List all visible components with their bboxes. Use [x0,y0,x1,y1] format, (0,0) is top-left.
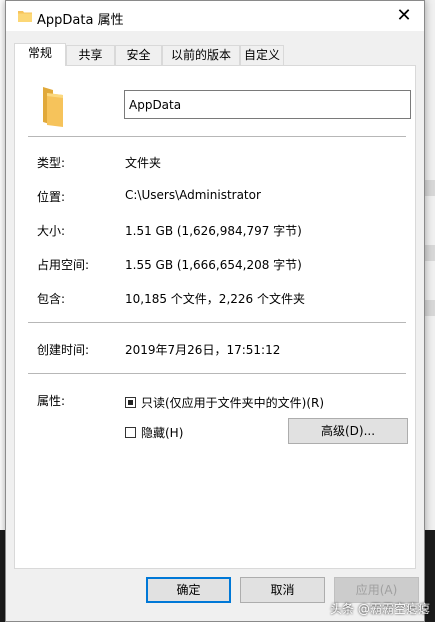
folder-icon [18,10,32,25]
ok-button-label: 确定 [176,583,201,597]
attributes-label: 属性: [37,394,66,408]
size-on-disk-label: 占用空间: [37,258,90,272]
tab-sharing[interactable]: 共享 [66,45,115,65]
tab-label: 自定义 [243,48,280,62]
tab-previous-versions[interactable]: 以前的版本 [162,45,240,65]
tab-label: 安全 [126,48,151,62]
readonly-checkbox[interactable] [125,397,136,408]
tab-label: 以前的版本 [170,48,231,62]
divider [28,322,406,323]
properties-dialog: AppData 属性 ✕ 常规 共享 安全 以前的版本 自定义 类型: 文件夹 … [5,0,425,622]
general-panel: 类型: 文件夹 位置: C:\Users\Administrator 大小: 1… [14,65,416,569]
tab-customize[interactable]: 自定义 [240,45,284,65]
type-label: 类型: [37,156,66,170]
type-value: 文件夹 [125,156,162,170]
ok-button[interactable]: 确定 [146,577,231,603]
advanced-button[interactable]: 高级(D)... [288,418,408,444]
tab-label: 常规 [27,46,52,60]
title-bar[interactable]: AppData 属性 ✕ [6,1,424,31]
created-value: 2019年7月26日，17:51:12 [125,343,281,357]
folder-name-input[interactable] [124,90,411,119]
watermark: 头条 @霸霸空瘪瘪 [330,602,430,616]
tab-general[interactable]: 常规 [14,43,66,66]
location-label: 位置: [37,190,66,204]
background-fragment [424,300,435,316]
cancel-button[interactable]: 取消 [240,577,325,603]
advanced-button-label: 高级(D)... [320,424,376,438]
size-label: 大小: [37,224,66,238]
folder-icon [42,87,64,130]
background-fragment [424,245,435,261]
contains-label: 包含: [37,292,66,306]
created-label: 创建时间: [37,343,90,357]
window-title: AppData 属性 [37,13,124,28]
close-button[interactable]: ✕ [392,4,416,28]
contains-value: 10,185 个文件，2,226 个文件夹 [125,292,305,306]
divider [28,136,406,137]
apply-button-label: 应用(A) [355,583,398,597]
hidden-checkbox[interactable] [125,427,136,438]
size-on-disk-value: 1.55 GB (1,666,654,208 字节) [125,258,302,272]
background-window-right [424,0,435,622]
tab-label: 共享 [78,48,103,62]
background-fragment [424,180,435,196]
location-value: C:\Users\Administrator [125,188,261,202]
readonly-label[interactable]: 只读(仅应用于文件夹中的文件)(R) [141,394,324,411]
tab-security[interactable]: 安全 [115,45,162,65]
divider [28,373,406,374]
hidden-label[interactable]: 隐藏(H) [141,424,183,441]
close-icon: ✕ [396,5,412,26]
cancel-button-label: 取消 [270,583,295,597]
size-value: 1.51 GB (1,626,984,797 字节) [125,224,302,238]
